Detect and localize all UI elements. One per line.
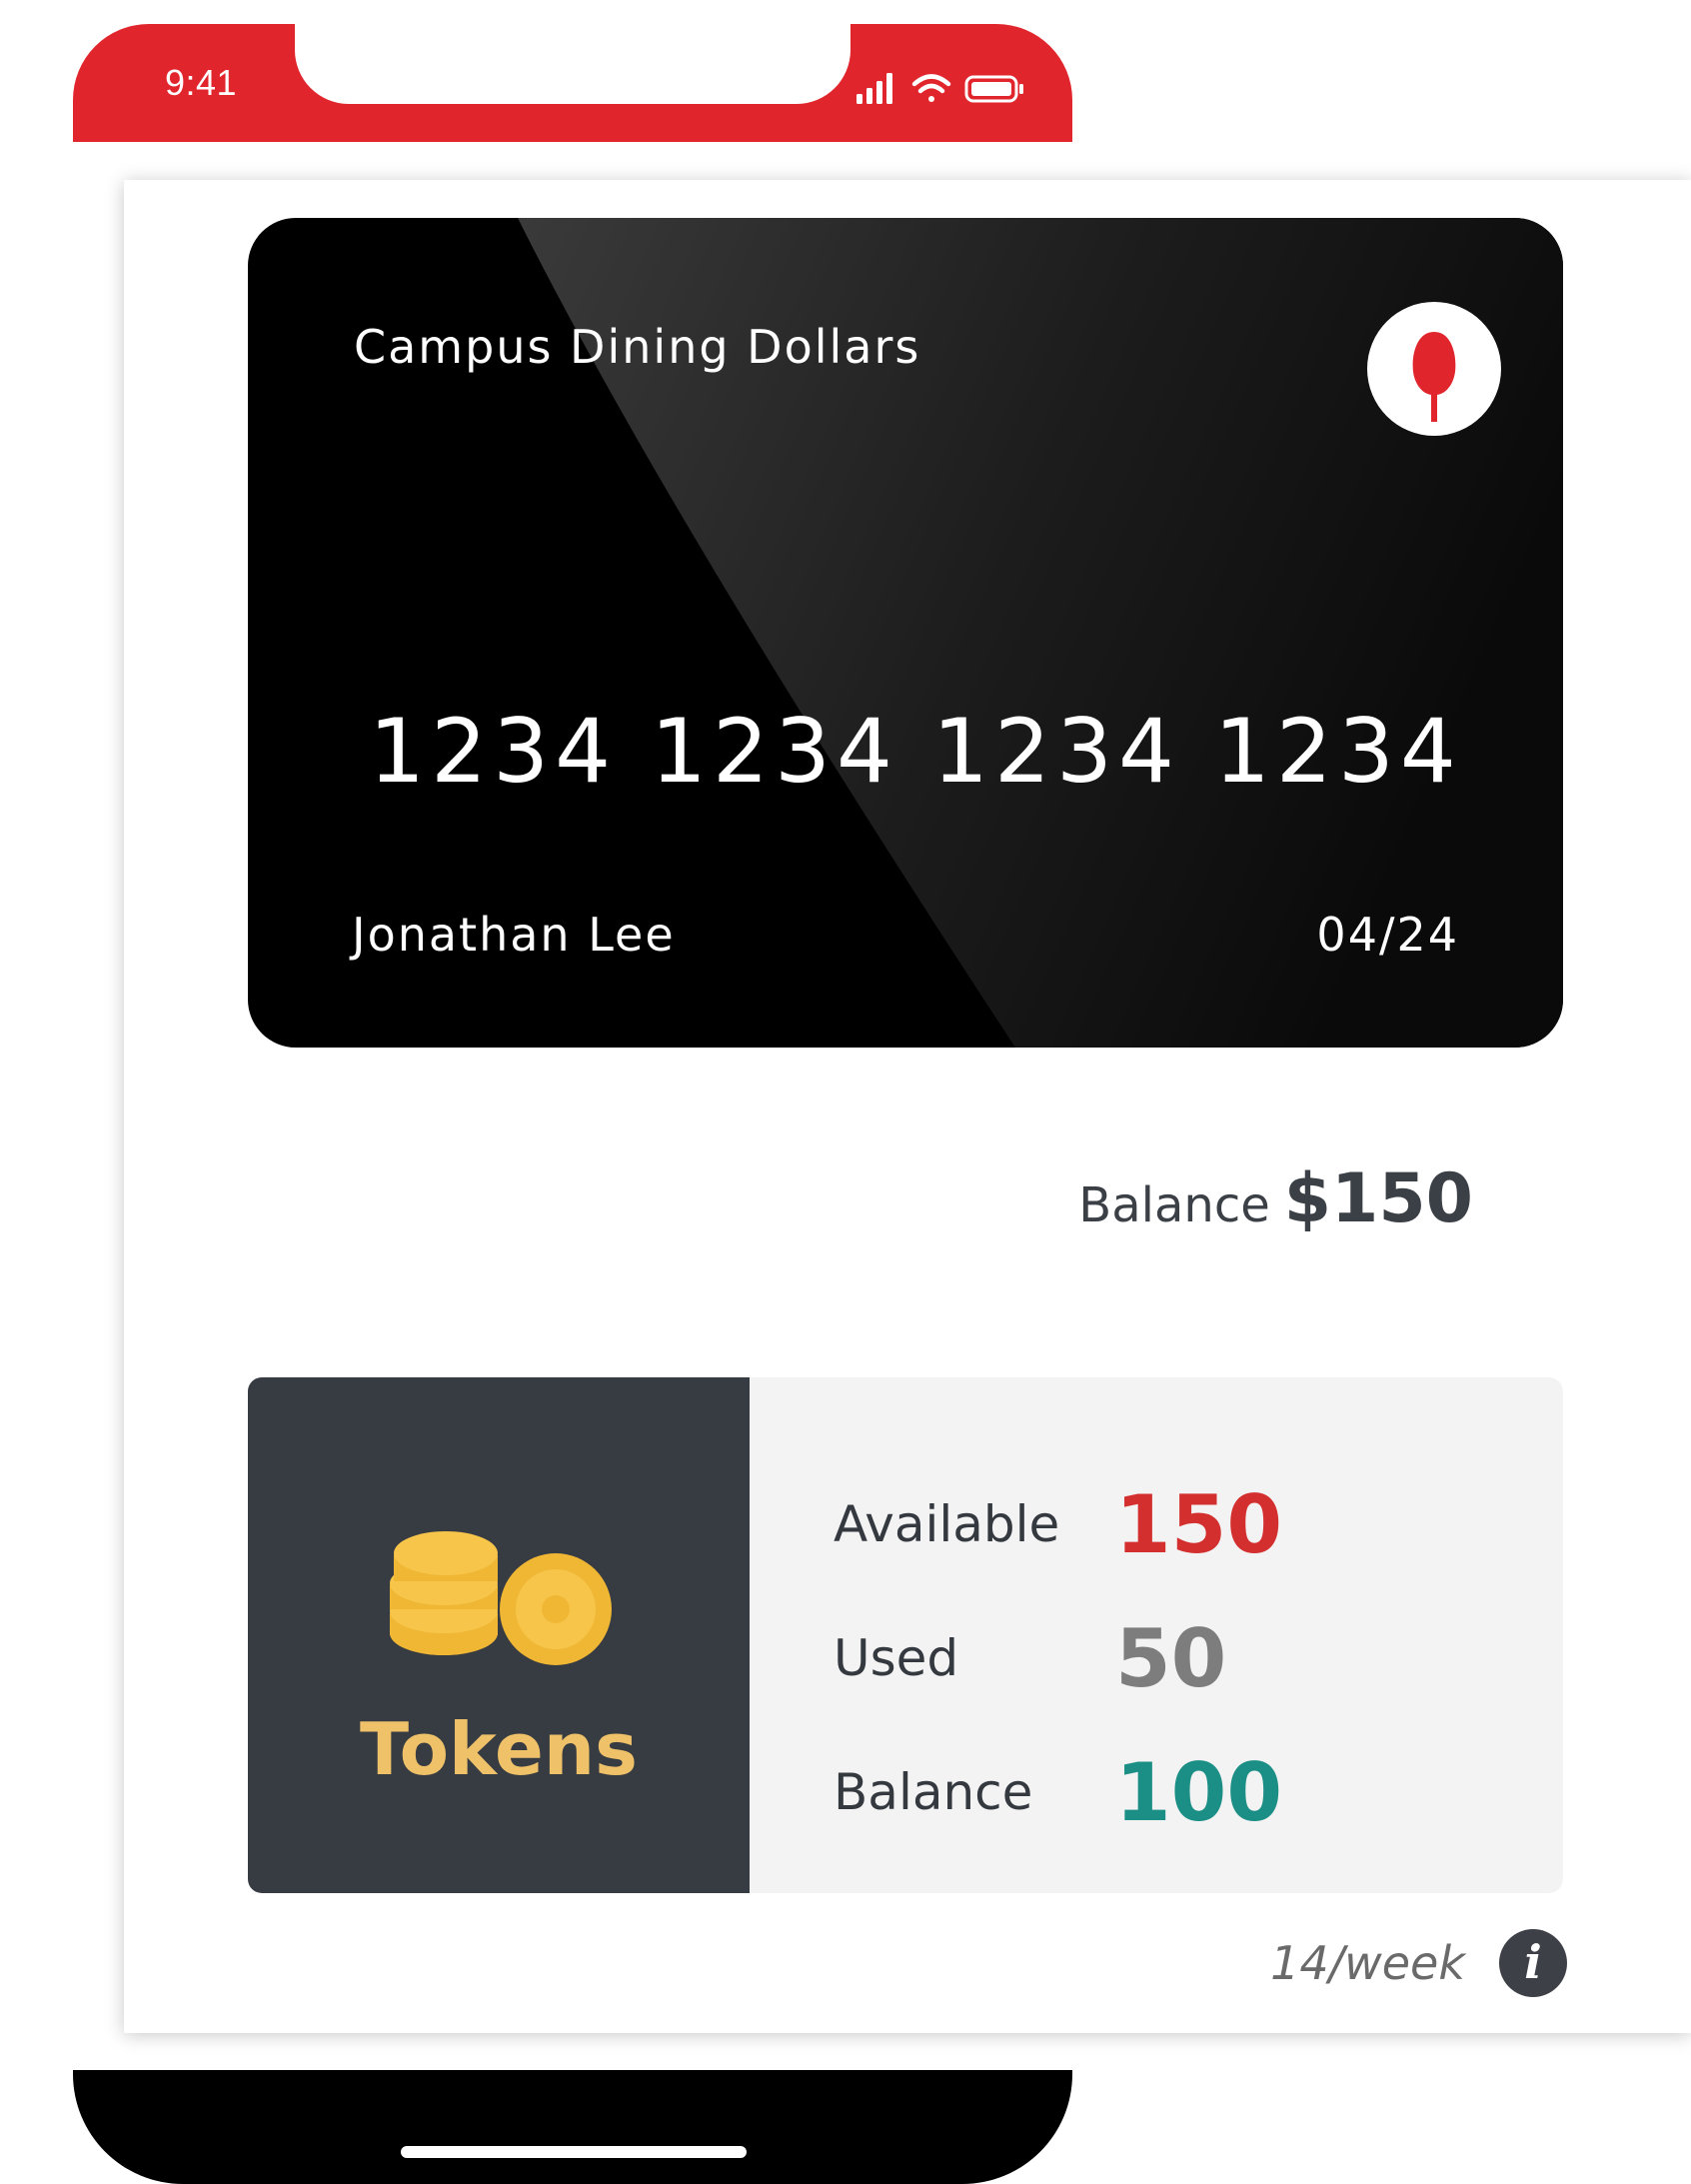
tokens-label: Tokens xyxy=(360,1707,638,1791)
status-bar: 9:41 xyxy=(73,22,1072,142)
stat-row-used: Used 50 xyxy=(834,1591,1282,1725)
home-indicator[interactable] xyxy=(401,2146,747,2158)
card-title: Campus Dining Dollars xyxy=(354,320,921,374)
token-rate: 14/week xyxy=(1270,1936,1465,1990)
dining-card[interactable]: Campus Dining Dollars 1234 1234 1234 123… xyxy=(248,218,1563,1048)
stat-label: Available xyxy=(834,1495,1060,1553)
spoon-icon xyxy=(1367,302,1501,436)
stat-row-available: Available 150 xyxy=(834,1457,1282,1591)
balance-row: Balance $150 xyxy=(1078,1159,1473,1238)
coins-icon xyxy=(390,1531,612,1665)
status-time: 9:41 xyxy=(165,62,238,103)
tokens-box: Tokens Available 150 Used 50 Balance 100 xyxy=(248,1377,1563,1893)
info-icon[interactable]: i xyxy=(1499,1929,1567,1997)
balance-value: $150 xyxy=(1283,1159,1473,1238)
battery-icon xyxy=(964,75,1023,103)
stat-value: 100 xyxy=(1115,1745,1282,1839)
wifi-icon xyxy=(911,74,951,102)
token-stats: Available 150 Used 50 Balance 100 xyxy=(834,1457,1282,1859)
stat-value: 150 xyxy=(1115,1477,1282,1571)
balance-label: Balance xyxy=(1078,1177,1270,1233)
tokens-summary: Tokens xyxy=(248,1377,750,1893)
card-number: 1234 1234 1234 1234 xyxy=(369,700,1462,803)
stat-value: 50 xyxy=(1115,1611,1227,1705)
status-icons xyxy=(856,73,1023,104)
stat-label: Used xyxy=(834,1629,959,1687)
notch xyxy=(295,22,850,104)
stat-label: Balance xyxy=(834,1763,1033,1821)
dining-panel: Campus Dining Dollars 1234 1234 1234 123… xyxy=(124,180,1691,2033)
stat-row-balance: Balance 100 xyxy=(834,1725,1282,1859)
token-rate-row: 14/week i xyxy=(1270,1929,1567,1997)
card-expiry: 04/24 xyxy=(1316,908,1459,962)
card-holder-name: Jonathan Lee xyxy=(352,908,676,962)
signal-icon xyxy=(856,73,892,104)
bottom-bar xyxy=(73,2070,1072,2184)
